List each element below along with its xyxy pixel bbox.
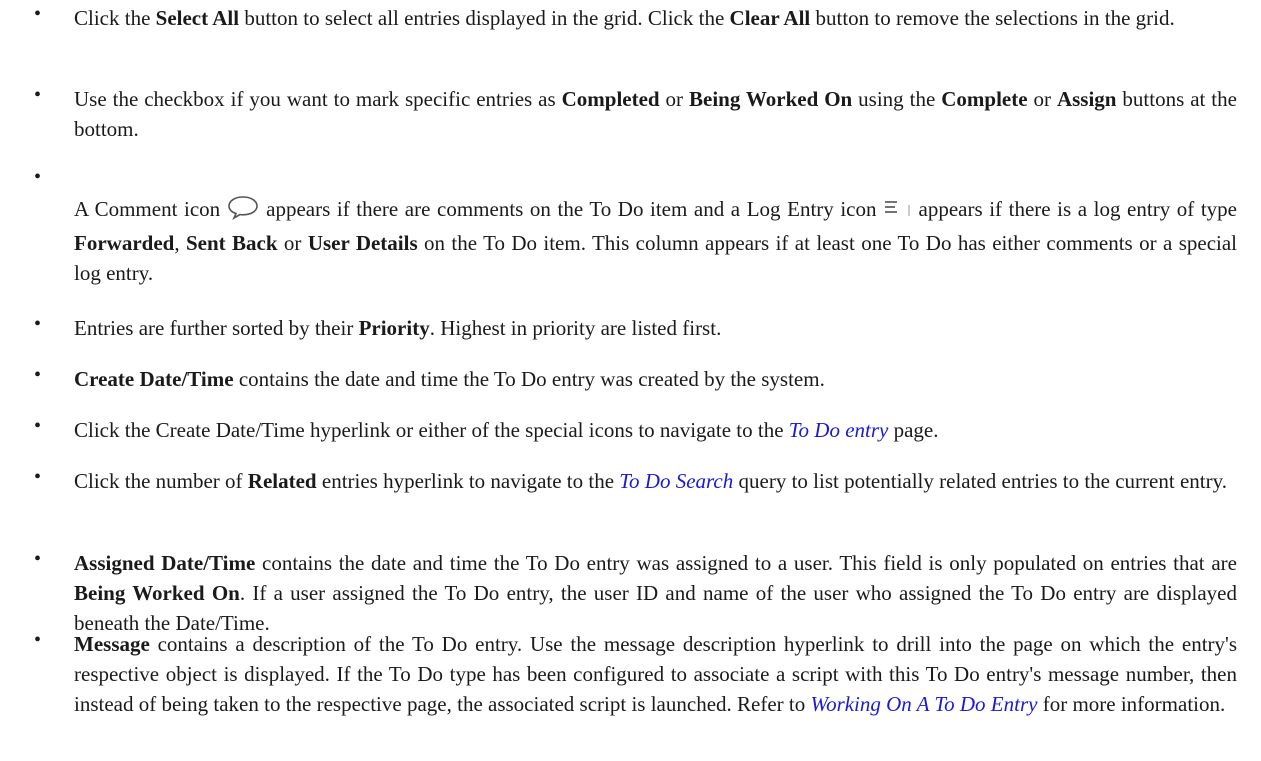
- log-type-forwarded: Forwarded: [74, 231, 175, 256]
- bullet-text: Click the Create Date/Time hyperlink or …: [74, 418, 939, 442]
- bold-term: Clear All: [729, 6, 811, 30]
- bold-term: Assigned Date/Time: [74, 551, 256, 575]
- bold-term: Assign: [1056, 87, 1117, 111]
- bullet-text: Assigned Date/Time contains the date and…: [74, 551, 1237, 635]
- bullet-marker: •: [34, 466, 42, 488]
- bullet-text: A Comment icon appears if there are comme…: [74, 194, 1237, 288]
- bold-term: Related: [247, 469, 317, 493]
- bold-term: Complete: [941, 87, 1028, 111]
- bullet-marker: •: [34, 166, 42, 188]
- bullet-marker: •: [34, 3, 42, 25]
- log-type-sent-back: Sent Back: [185, 231, 278, 256]
- separator: or: [277, 231, 308, 256]
- icons-text-2: appears if there are comments on the To …: [266, 197, 877, 221]
- bold-term: Being Worked On: [689, 87, 853, 111]
- log-entry-icon[interactable]: [883, 196, 913, 226]
- link-to-do-search[interactable]: To Do Search: [619, 469, 733, 493]
- log-type-user-details: User Details: [307, 231, 418, 256]
- comment-icon[interactable]: [226, 194, 260, 228]
- bold-term: Create Date/Time: [74, 367, 234, 391]
- bold-term: Priority: [358, 316, 430, 340]
- bullet-text: Use the checkbox if you want to mark spe…: [74, 87, 1237, 141]
- bullet-marker: •: [34, 84, 42, 106]
- bullet-marker: •: [34, 548, 42, 570]
- bold-term: Message: [74, 632, 150, 656]
- bold-term: Select All: [155, 6, 240, 30]
- icons-text-1: A Comment icon: [74, 197, 221, 221]
- bullet-text: Entries are further sorted by their Prio…: [74, 316, 722, 340]
- link-to-do-entry[interactable]: To Do entry: [789, 418, 889, 442]
- document-page: • Click the Select All button to select …: [0, 0, 1261, 761]
- bullet-marker: •: [34, 415, 42, 437]
- bullet-text: Click the Select All button to select al…: [74, 6, 1175, 30]
- link-working-on-entry[interactable]: Working On A To Do Entry: [811, 692, 1038, 716]
- icons-text-3: appears if there is a log entry of type: [918, 197, 1238, 221]
- bullet-text: Create Date/Time contains the date and t…: [74, 367, 825, 391]
- bold-term: Being Worked On: [74, 581, 240, 605]
- bullet-marker: •: [34, 629, 42, 651]
- bullet-marker: •: [34, 313, 42, 335]
- separator: ,: [174, 231, 186, 256]
- bullet-marker: •: [34, 364, 42, 386]
- bullet-text: Click the number of Related entries hype…: [74, 469, 1227, 493]
- bullet-text: Message contains a description of the To…: [74, 632, 1237, 716]
- bold-term: Completed: [561, 87, 660, 111]
